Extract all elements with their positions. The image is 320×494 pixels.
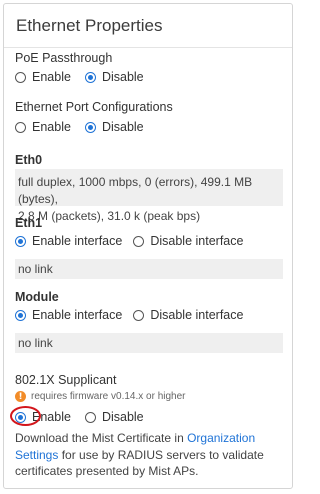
supplicant-warning: ! requires firmware v0.14.x or higher <box>15 391 186 402</box>
eth0-stats-line2: 2.8 M (packets), 31.0 k (peak bps) <box>18 209 201 223</box>
eth1-status-box: no link <box>15 259 283 279</box>
eth1-enable-label: Enable interface <box>32 234 123 248</box>
module-status-box: no link <box>15 333 283 353</box>
certificate-description: Download the Mist Certificate in Organiz… <box>15 430 290 480</box>
poe-passthrough-radio-group: Enable Disable <box>15 70 144 84</box>
supplicant-enable-option[interactable]: Enable <box>15 410 71 424</box>
poe-enable-radio[interactable] <box>15 71 26 83</box>
organization-link-part1[interactable]: Organization <box>187 431 255 445</box>
exclamation-icon: ! <box>15 391 26 402</box>
eth1-radio-group: Enable interface Disable interface <box>15 234 243 248</box>
poe-passthrough-label: PoE Passthrough <box>15 51 113 65</box>
module-enable-label: Enable interface <box>32 308 123 322</box>
eth1-enable-radio[interactable] <box>15 235 26 247</box>
supplicant-enable-label: Enable <box>32 410 71 424</box>
port-config-disable-label: Disable <box>101 120 144 134</box>
eth0-label: Eth0 <box>15 153 43 167</box>
port-config-enable-option[interactable]: Enable <box>15 120 71 134</box>
supplicant-warning-text: requires firmware v0.14.x or higher <box>31 391 186 402</box>
supplicant-disable-label: Disable <box>101 410 144 424</box>
supplicant-label: 802.1X Supplicant <box>15 373 117 387</box>
port-config-enable-radio[interactable] <box>15 121 26 133</box>
poe-disable-option[interactable]: Disable <box>84 70 144 84</box>
poe-disable-label: Disable <box>101 70 144 84</box>
supplicant-radio-group: Enable Disable <box>15 410 144 424</box>
eth1-label: Eth1 <box>15 216 43 230</box>
eth0-stats-box: full duplex, 1000 mbps, 0 (errors), 499.… <box>15 169 283 223</box>
supplicant-disable-option[interactable]: Disable <box>84 410 144 424</box>
module-disable-label: Disable interface <box>150 308 244 322</box>
supplicant-enable-radio[interactable] <box>15 411 26 423</box>
port-config-disable-radio[interactable] <box>84 121 96 133</box>
supplicant-disable-radio[interactable] <box>84 411 96 423</box>
module-radio-group: Enable interface Disable interface <box>15 308 243 322</box>
panel-title: Ethernet Properties <box>4 4 292 48</box>
eth1-disable-label: Disable interface <box>150 234 244 248</box>
poe-disable-radio[interactable] <box>84 71 96 83</box>
desc-text-3: certificates presented by Mist APs. <box>15 464 199 478</box>
port-config-label: Ethernet Port Configurations <box>15 100 173 114</box>
eth1-status: no link <box>18 262 53 276</box>
eth1-disable-option[interactable]: Disable interface <box>133 234 243 248</box>
port-config-enable-label: Enable <box>32 120 71 134</box>
eth1-enable-option[interactable]: Enable interface <box>15 234 122 248</box>
eth0-stats-line1: full duplex, 1000 mbps, 0 (errors), 499.… <box>18 175 253 206</box>
module-status: no link <box>18 336 53 350</box>
port-config-radio-group: Enable Disable <box>15 120 144 134</box>
poe-enable-label: Enable <box>32 70 71 84</box>
module-label: Module <box>15 290 59 304</box>
poe-enable-option[interactable]: Enable <box>15 70 71 84</box>
module-enable-option[interactable]: Enable interface <box>15 308 122 322</box>
eth1-disable-radio[interactable] <box>133 235 145 247</box>
module-disable-radio[interactable] <box>133 309 145 321</box>
desc-text-1: Download the Mist Certificate in <box>15 431 188 445</box>
module-enable-radio[interactable] <box>15 309 26 321</box>
organization-settings-link[interactable]: Settings <box>15 448 58 462</box>
port-config-disable-option[interactable]: Disable <box>84 120 144 134</box>
module-disable-option[interactable]: Disable interface <box>133 308 243 322</box>
desc-text-2: for use by RADIUS servers to validate <box>58 447 264 462</box>
